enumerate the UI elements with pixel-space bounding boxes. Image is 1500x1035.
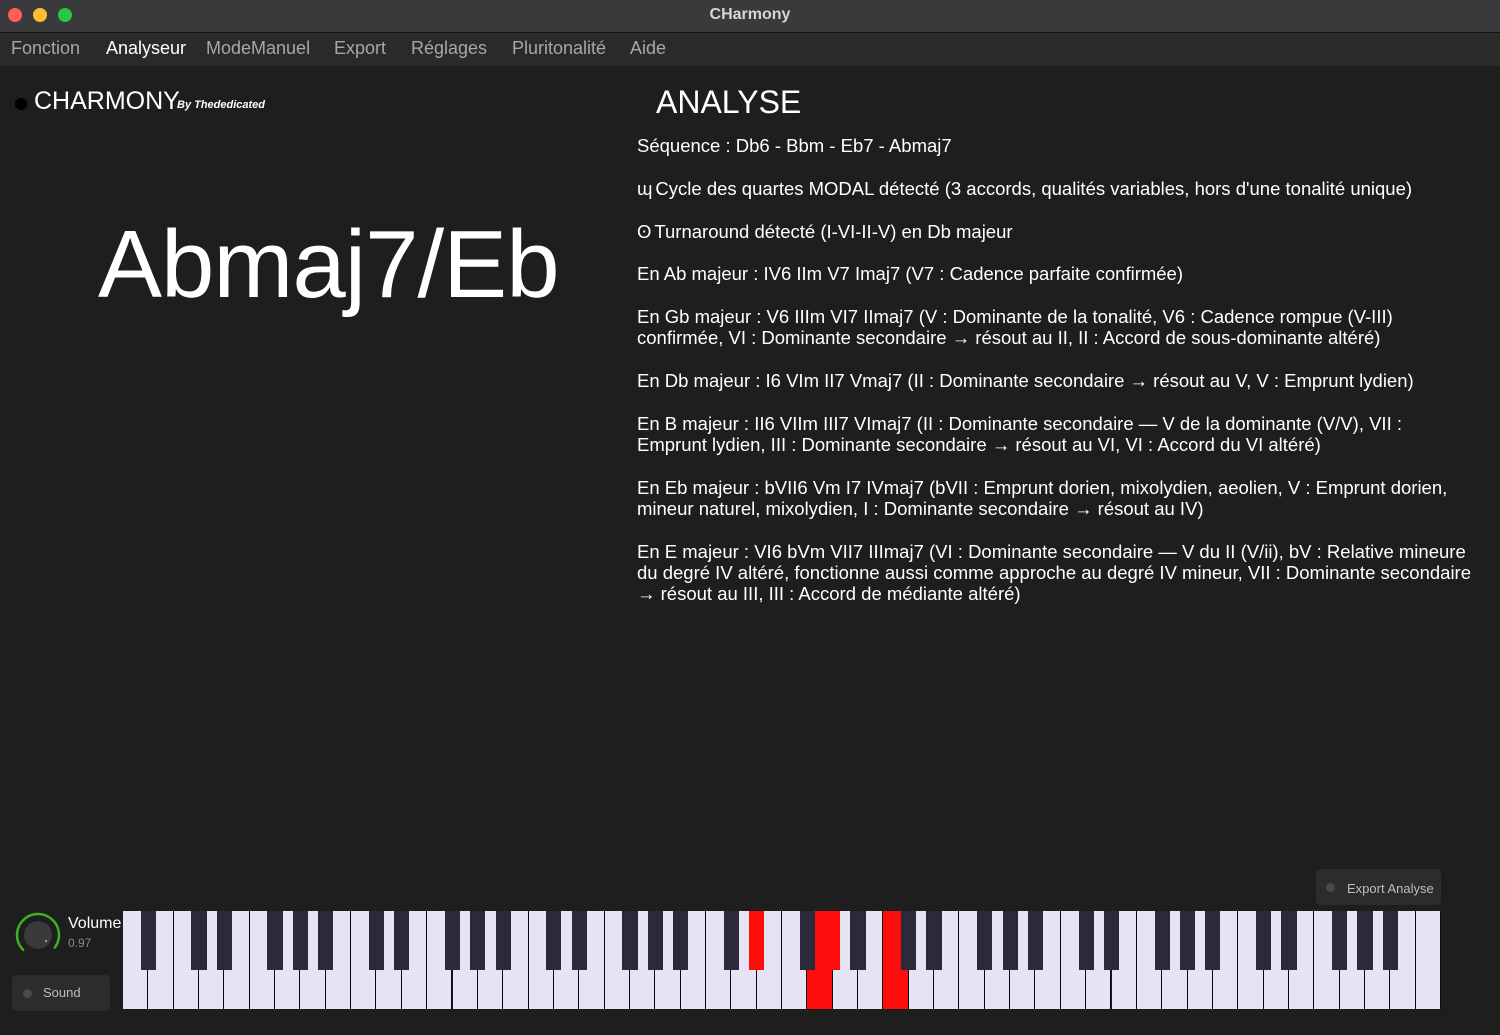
export-analyse-label: Export Analyse <box>1347 881 1434 896</box>
black-key-Bb2[interactable] <box>495 911 511 970</box>
menu-pluritonalite[interactable]: Pluritonalité <box>512 38 606 59</box>
black-key-Db7[interactable] <box>1255 911 1272 970</box>
logo-subtitle: By Thededicated <box>177 99 266 111</box>
analysis-key-e: En E majeur : VI6 bVm VII7 IIImaj7 (VI :… <box>637 541 1477 604</box>
analysis-key-gb: En Gb majeur : V6 IIIm VI7 IImaj7 (V : D… <box>637 306 1477 348</box>
black-key-Bb1[interactable] <box>318 911 334 970</box>
black-key-Ab6[interactable] <box>1179 911 1196 970</box>
black-key-Gb6[interactable] <box>1154 911 1170 970</box>
black-key-Db1[interactable] <box>191 911 207 970</box>
analysis-text: En Gb majeur : V6 IIIm VI7 IImaj7 (V : D… <box>637 306 1393 348</box>
analysis-text: En B majeur : II6 VIIm III7 VImaj7 (II :… <box>637 413 1402 455</box>
black-key-Eb2[interactable] <box>394 911 410 970</box>
black-key-Eb7[interactable] <box>1281 911 1297 970</box>
current-chord: Abmaj7/Eb <box>98 211 560 318</box>
window-title: CHarmony <box>709 6 791 23</box>
black-key-Db6[interactable] <box>1078 911 1094 970</box>
analysis-turnaround: ʘ Turnaround détecté (I-VI-II-V) en Db ma… <box>637 221 1477 242</box>
analysis-text: En Db majeur : I6 VIm II7 Vmaj7 (II : Do… <box>637 370 1414 391</box>
analysis-key-b: En B majeur : II6 VIIm III7 VImaj7 (II :… <box>637 413 1477 455</box>
black-key-Ab2[interactable] <box>470 911 486 970</box>
analysis-key-ab: En Ab majeur : IV6 IIm V7 Imaj7 (V7 : Ca… <box>637 263 1477 284</box>
app-window: CHarmony Fonction Analyseur ModeManuel E… <box>0 0 1500 1035</box>
black-key-Db2[interactable] <box>368 911 385 970</box>
menu-modemanuel[interactable]: ModeManuel <box>206 38 310 59</box>
analysis-sequence: Séquence : Db6 - Bbm - Eb7 - Abmaj7 <box>637 135 1477 156</box>
logo-dot-icon <box>15 98 27 110</box>
black-key-Bb4[interactable] <box>850 911 866 970</box>
black-key-Eb4[interactable] <box>749 911 765 970</box>
analysis-cycle: ɰ Cycle des quartes MODAL détecté (3 acco… <box>637 178 1477 199</box>
volume-knob-pointer <box>44 940 47 943</box>
analysis-text: Séquence : Db6 - Bbm - Eb7 - Abmaj7 <box>637 135 952 156</box>
black-key-Bb0[interactable] <box>140 911 156 970</box>
analysis-text: En Ab majeur : IV6 IIm V7 Imaj7 (V7 : Ca… <box>637 263 1184 284</box>
black-key-Bb7[interactable] <box>1382 911 1398 970</box>
analysis-text: En Eb majeur : bVII6 Vm I7 IVmaj7 (bVII … <box>637 477 1448 519</box>
black-key-Eb3[interactable] <box>571 911 587 970</box>
export-status-led-icon <box>1326 883 1335 892</box>
analysis-text: Turnaround détecté (I-VI-II-V) en Db maj… <box>654 221 1013 242</box>
black-key-Eb6[interactable] <box>1103 911 1120 970</box>
black-key-Ab5[interactable] <box>1002 911 1018 970</box>
menu-bar: Fonction Analyseur ModeManuel Export Rég… <box>0 33 1500 66</box>
volume-knob-cap <box>24 921 52 949</box>
white-key-C8[interactable] <box>1415 911 1441 1009</box>
piano-keyboard[interactable] <box>123 911 1441 1010</box>
menu-analyseur[interactable]: Analyseur <box>106 38 186 59</box>
black-key-Gb1[interactable] <box>267 911 283 970</box>
sound-button[interactable]: Sound <box>12 975 110 1011</box>
analysis-text: En E majeur : VI6 bVm VII7 IIImaj7 (VI :… <box>637 541 1472 604</box>
analysis-heading: ANALYSE <box>656 84 802 120</box>
black-key-Gb4[interactable] <box>799 911 815 970</box>
black-key-Ab7[interactable] <box>1357 911 1373 970</box>
black-key-Ab1[interactable] <box>292 911 309 970</box>
title-bar: CHarmony <box>0 0 1500 33</box>
menu-aide[interactable]: Aide <box>630 38 666 59</box>
black-key-Gb7[interactable] <box>1332 911 1348 970</box>
black-key-Db3[interactable] <box>546 911 562 970</box>
turnaround-icon: ʘ <box>637 221 652 242</box>
black-key-Eb5[interactable] <box>926 911 942 970</box>
volume-knob[interactable] <box>14 911 62 959</box>
export-analyse-button[interactable]: Export Analyse <box>1316 869 1441 905</box>
volume-value: 0.97 <box>68 936 92 950</box>
analysis-key-db: En Db majeur : I6 VIm II7 Vmaj7 (II : Do… <box>637 370 1477 391</box>
menu-fonction[interactable]: Fonction <box>11 38 80 59</box>
black-key-Db5[interactable] <box>901 911 917 970</box>
black-key-Eb1[interactable] <box>216 911 232 970</box>
analysis-text: Cycle des quartes MODAL détecté (3 accor… <box>655 178 1413 199</box>
black-key-Bb5[interactable] <box>1027 911 1044 970</box>
black-key-Bb6[interactable] <box>1205 911 1221 970</box>
logo-title: CHARMONY <box>34 87 180 115</box>
menu-reglages[interactable]: Réglages <box>411 38 487 59</box>
black-key-Bb3[interactable] <box>673 911 689 970</box>
analysis-key-eb: En Eb majeur : bVII6 Vm I7 IVmaj7 (bVII … <box>637 477 1477 519</box>
black-key-Gb3[interactable] <box>622 911 638 970</box>
menu-export[interactable]: Export <box>334 38 386 59</box>
black-key-Ab4[interactable] <box>825 911 841 970</box>
black-key-Gb2[interactable] <box>444 911 461 970</box>
black-key-Ab3[interactable] <box>647 911 663 970</box>
cycle-icon: ɰ <box>637 178 653 199</box>
sound-label: Sound <box>43 985 81 1000</box>
volume-label: Volume <box>68 915 122 932</box>
black-key-Gb5[interactable] <box>977 911 993 970</box>
black-key-Db4[interactable] <box>723 911 739 970</box>
sound-status-led-icon <box>23 989 32 998</box>
